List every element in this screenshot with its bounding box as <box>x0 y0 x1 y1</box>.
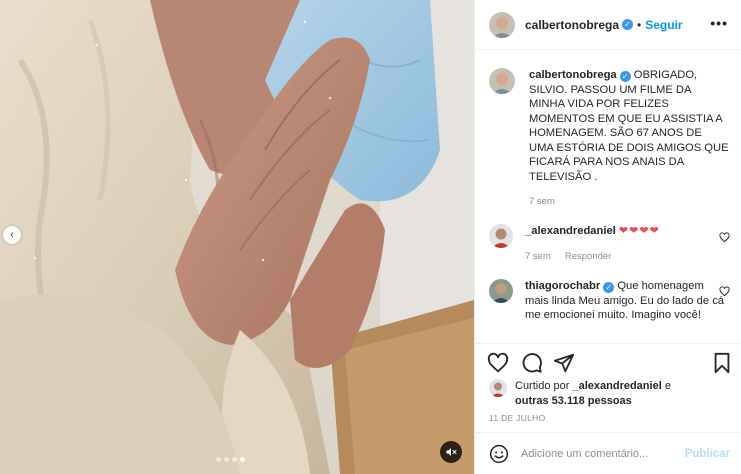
post-date[interactable]: 11 DE JULHO <box>489 413 546 423</box>
liked-by-user[interactable]: _alexandredaniel <box>572 380 661 392</box>
chevron-left-icon: ‹ <box>10 229 14 241</box>
carousel-dot <box>216 457 221 462</box>
post-actions: Curtido por _alexandredaniel e outras 53… <box>475 343 741 439</box>
liked-by-text: Curtido por _alexandredaniel e outras 53… <box>515 379 671 408</box>
liked-by-prefix: Curtido por <box>515 380 570 392</box>
header-separator: • <box>637 17 642 32</box>
comment-username[interactable]: thiagorochabr <box>525 280 600 292</box>
more-options-icon[interactable]: ••• <box>710 15 728 31</box>
like-comment-heart-icon[interactable] <box>719 232 730 243</box>
add-comment-bar: Adicione um comentário... Publicar <box>475 432 741 474</box>
verified-badge-icon: ✓ <box>622 19 634 30</box>
liked-by-middle: e <box>664 380 671 392</box>
comment-bubble-icon[interactable] <box>521 352 543 374</box>
comment-time[interactable]: 7 sem <box>525 251 551 262</box>
carousel-dot-active <box>240 457 245 462</box>
comment-item: _alexandredaniel ❤❤❤❤ 7 sem Responder <box>489 224 729 264</box>
reply-button[interactable]: Responder <box>565 251 611 262</box>
carousel-indicator <box>216 457 245 462</box>
caption: calbertonobrega ✓ OBRIGADO, SILVIO. PASSO… <box>489 68 729 210</box>
commenter-avatar[interactable] <box>489 279 513 303</box>
publish-button[interactable]: Publicar <box>685 448 730 460</box>
caption-body: calbertonobrega ✓ OBRIGADO, SILVIO. PASSO… <box>529 68 729 210</box>
like-comment-heart-icon[interactable] <box>719 286 730 297</box>
caption-username[interactable]: calbertonobrega <box>529 69 617 81</box>
save-bookmark-icon[interactable] <box>711 352 733 374</box>
comment-body: thiagorochabr ✓ Que homenagem mais linda … <box>525 279 729 323</box>
author-avatar[interactable] <box>489 68 515 94</box>
liker-avatar[interactable] <box>489 379 507 397</box>
comment-item: thiagorochabr ✓ Que homenagem mais linda … <box>489 279 729 323</box>
comment-username[interactable]: _alexandredaniel <box>525 225 616 237</box>
commenter-avatar[interactable] <box>489 224 513 248</box>
like-heart-icon[interactable] <box>487 352 509 374</box>
comment-text: ❤❤❤❤ <box>618 225 660 237</box>
share-paper-plane-icon[interactable] <box>553 352 575 374</box>
video-frame <box>0 0 474 474</box>
caption-text: OBRIGADO, SILVIO. PASSOU UM FILME DA MIN… <box>529 69 729 183</box>
comment-input[interactable]: Adicione um comentário... <box>521 448 685 460</box>
mute-toggle-button[interactable] <box>440 441 462 463</box>
liked-by: Curtido por _alexandredaniel e outras 53… <box>489 379 671 408</box>
caption-meta: 7 sem <box>529 195 729 210</box>
likes-count-link[interactable]: outras 53.118 pessoas <box>515 395 632 407</box>
follow-button[interactable]: Seguir <box>645 18 682 32</box>
speaker-muted-icon <box>446 448 457 456</box>
comments-list: calbertonobrega ✓ OBRIGADO, SILVIO. PASSO… <box>475 51 741 343</box>
caption-time[interactable]: 7 sem <box>529 196 555 207</box>
author-avatar[interactable] <box>489 11 515 38</box>
author-username[interactable]: calbertonobrega <box>525 18 619 32</box>
post-media[interactable]: ‹ <box>0 0 474 474</box>
comment-body: _alexandredaniel ❤❤❤❤ 7 sem Responder <box>525 224 660 264</box>
verified-badge-icon: ✓ <box>619 71 631 82</box>
carousel-dot <box>232 457 237 462</box>
carousel-dot <box>224 457 229 462</box>
post-header: calbertonobrega ✓ • Seguir ••• <box>475 0 741 50</box>
verified-badge-icon: ✓ <box>603 282 615 293</box>
comment-meta: 7 sem Responder <box>525 250 660 265</box>
emoji-icon[interactable] <box>489 444 509 464</box>
previous-media-button[interactable]: ‹ <box>3 226 21 244</box>
post-details-panel: calbertonobrega ✓ • Seguir ••• calberton… <box>474 0 741 474</box>
